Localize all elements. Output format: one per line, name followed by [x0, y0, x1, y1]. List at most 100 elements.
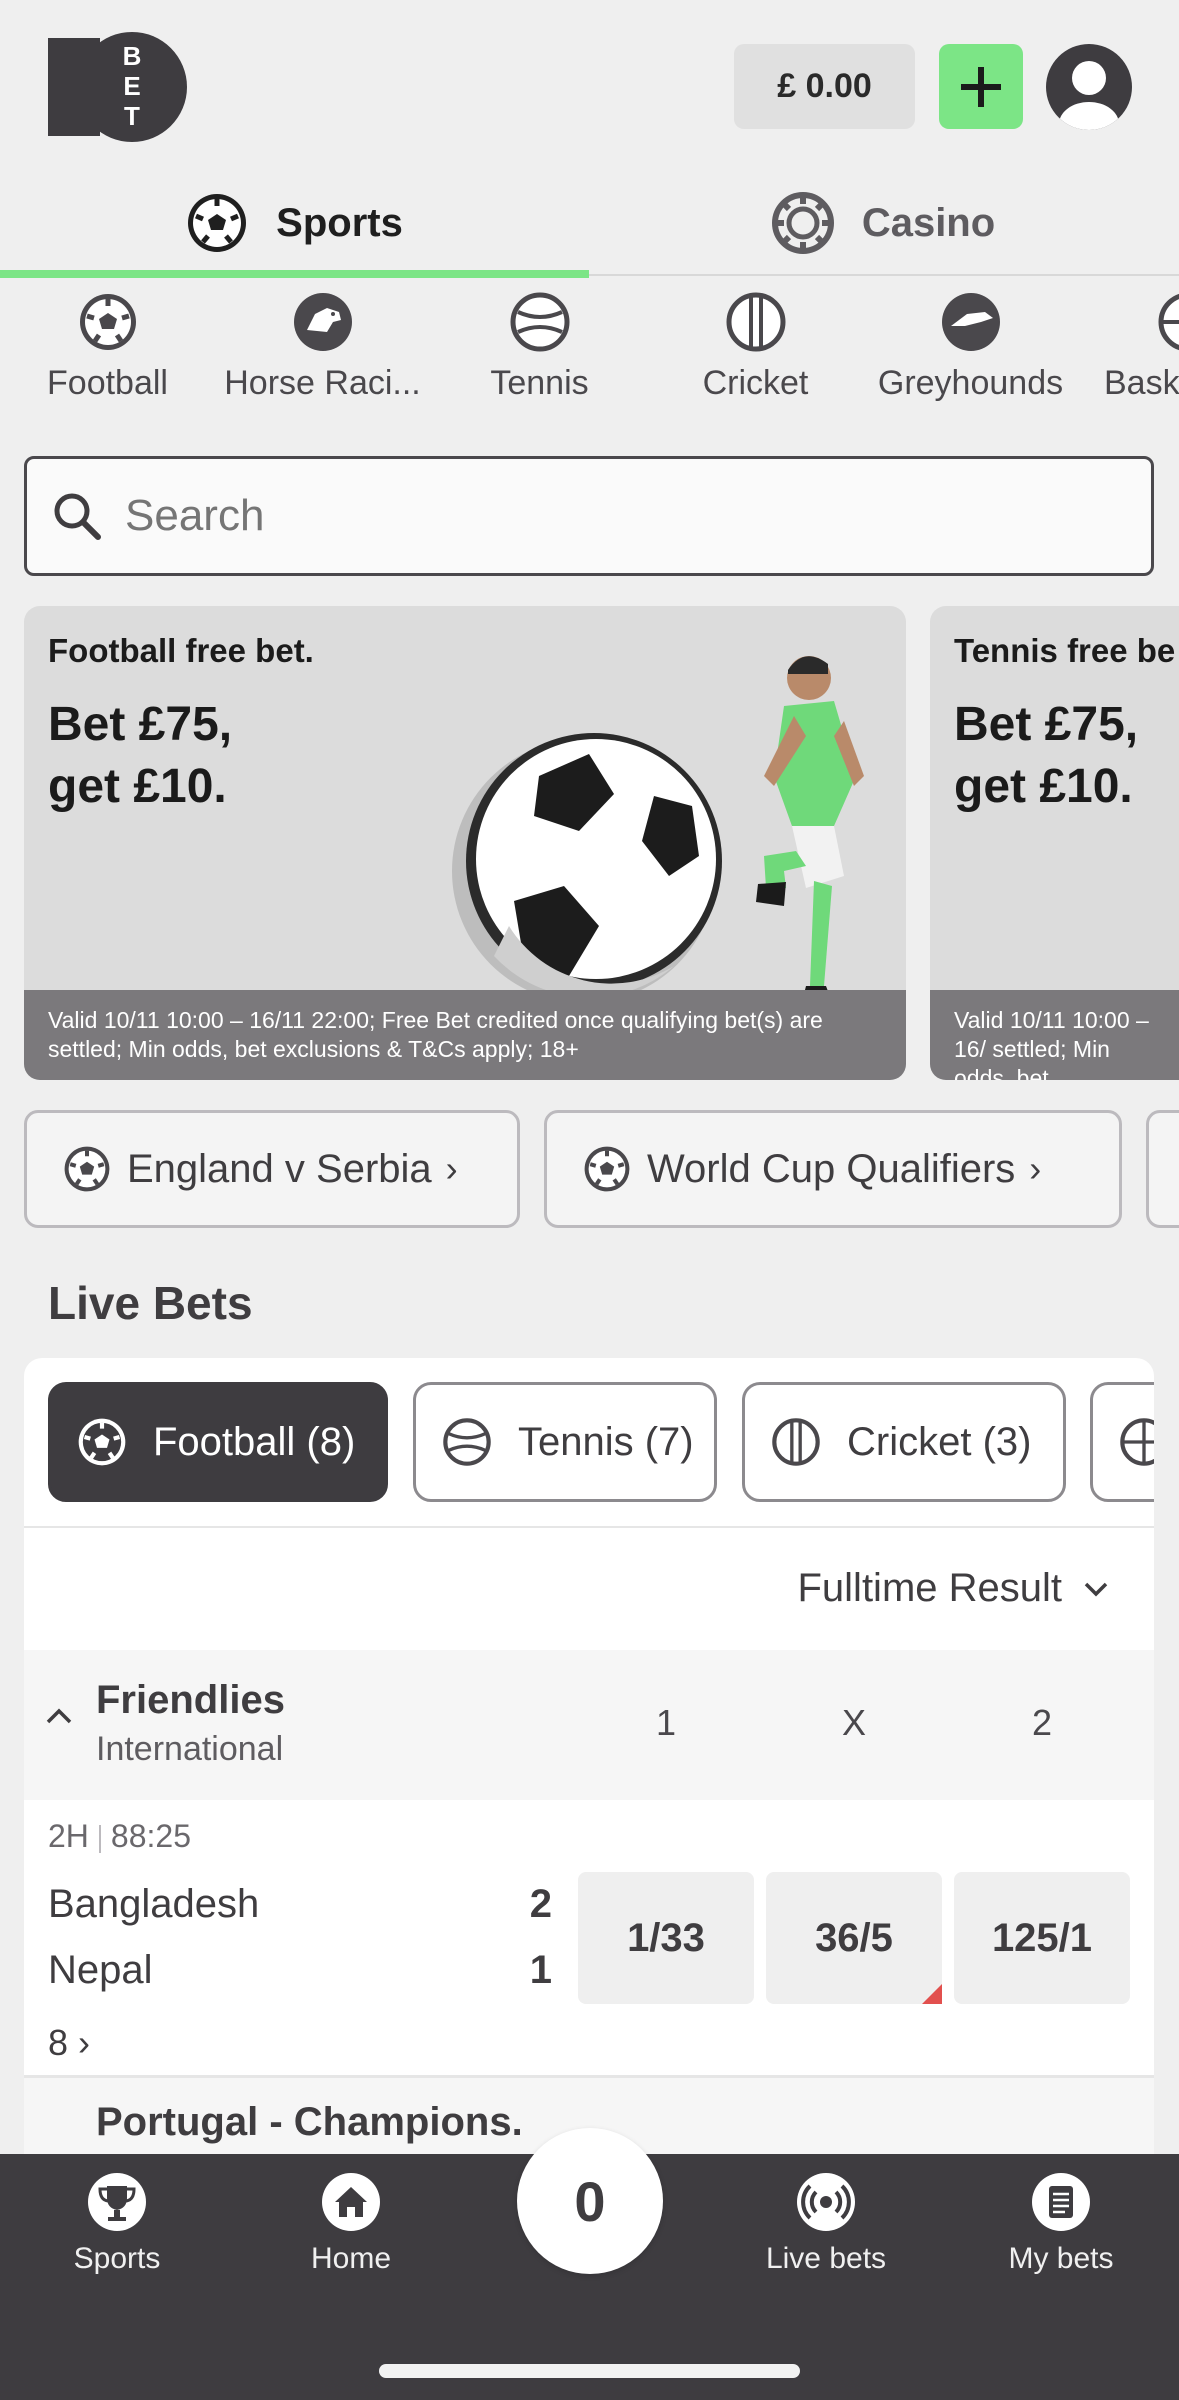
- promo-line: Bet £75,: [954, 698, 1139, 751]
- sport-label: Greyhounds: [877, 364, 1064, 402]
- betslip-button[interactable]: 0: [517, 2128, 663, 2274]
- promo-card[interactable]: Tennis free be Bet £75, get £10. Valid 1…: [930, 606, 1179, 1080]
- live-bets-title: Live Bets: [48, 1277, 253, 1329]
- event-period: 2H: [48, 1818, 89, 1854]
- balance-button[interactable]: £ 0.00: [734, 44, 915, 129]
- pill-cricket[interactable]: Cricket (3): [742, 1382, 1066, 1502]
- search-input[interactable]: [125, 491, 1025, 541]
- promo-line: Bet £75,: [48, 698, 233, 751]
- divider: [98, 1824, 101, 1853]
- app-header: B E T £ 0.00: [0, 0, 1179, 170]
- pill-football[interactable]: Football (8): [48, 1382, 388, 1502]
- home-team: Bangladesh: [48, 1882, 260, 1926]
- column-header-draw: X: [841, 1702, 866, 1743]
- football-player-image: [452, 656, 864, 1020]
- nav-sports[interactable]: Sports: [37, 2172, 197, 2276]
- sport-item-horse-racing[interactable]: Horse Raci...: [215, 292, 430, 403]
- promo-carousel: Football free bet. Bet £75, get £10. Val…: [0, 606, 1179, 1080]
- quick-link-england-serbia[interactable]: England v Serbia ›: [24, 1110, 520, 1228]
- odds-button-away[interactable]: 125/1: [954, 1872, 1130, 2004]
- odds-value: 1/33: [627, 1915, 705, 1960]
- sport-label: Football: [47, 364, 168, 402]
- nav-label: Sports: [73, 2242, 161, 2275]
- market-label: Fulltime Result: [797, 1566, 1062, 1610]
- column-header-home: 1: [655, 1702, 677, 1743]
- pill-more[interactable]: [1090, 1382, 1154, 1502]
- football-icon: [64, 1146, 110, 1192]
- sport-label: Bask: [1104, 364, 1179, 402]
- cricket-icon: [772, 1418, 820, 1466]
- sport-item-basketball[interactable]: Bask: [1080, 292, 1179, 403]
- chevron-down-icon: [1084, 1582, 1108, 1596]
- quick-links-row: England v Serbia › World Cup Qualifiers …: [0, 1110, 1179, 1230]
- plus-icon: [961, 66, 1001, 107]
- bet-list-icon: [1032, 2173, 1090, 2231]
- nav-label: My bets: [1008, 2242, 1114, 2275]
- tennis-icon: [443, 1418, 491, 1466]
- promo-card[interactable]: Football free bet. Bet £75, get £10. Val…: [24, 606, 906, 1080]
- event-time: 88:25: [110, 1818, 191, 1854]
- chevron-up-icon: [46, 1708, 72, 1724]
- top-tabs: Sports Casino: [0, 170, 1179, 278]
- pill-tennis[interactable]: Tennis (7): [413, 1382, 717, 1502]
- search-icon: [54, 493, 101, 540]
- promo-headline: Bet £75, get £10.: [48, 694, 348, 818]
- quick-link-partial[interactable]: [1146, 1110, 1179, 1228]
- chevron-right-icon: ›: [78, 2022, 91, 2063]
- league-name: Portugal - Champions.: [96, 2100, 523, 2144]
- promo-subtitle: Tennis free be: [954, 632, 1176, 669]
- greyhound-icon: [941, 293, 1000, 351]
- football-icon: [78, 1418, 126, 1466]
- market-selector[interactable]: Fulltime Result: [797, 1566, 1110, 1611]
- event-clock: 2H 88:25: [48, 1818, 191, 1855]
- 10bet-logo[interactable]: B E T: [46, 32, 188, 142]
- basketball-icon: [1120, 1418, 1154, 1466]
- tab-label: Sports: [276, 200, 403, 245]
- odds-value: 125/1: [991, 1915, 1093, 1960]
- promo-line: get £10.: [954, 760, 1133, 813]
- quick-link-world-cup-qualifiers[interactable]: World Cup Qualifiers ›: [544, 1110, 1122, 1228]
- promo-subtitle: Football free bet.: [48, 632, 314, 669]
- live-broadcast-icon: [797, 2173, 855, 2231]
- home-indicator[interactable]: [379, 2364, 800, 2378]
- pill-label: Tennis (7): [518, 1419, 694, 1464]
- svg-text:T: T: [124, 101, 140, 131]
- promo-headline: Bet £75, get £10.: [954, 694, 1179, 818]
- away-score: 1: [529, 1948, 552, 1992]
- odds-value: 36/5: [815, 1915, 893, 1960]
- odds-button-home[interactable]: 1/33: [578, 1872, 754, 2004]
- nav-live-bets[interactable]: Live bets: [746, 2172, 906, 2276]
- home-score: 2: [529, 1882, 552, 1926]
- promo-terms: Valid 10/11 10:00 – 16/ settled; Min odd…: [930, 990, 1179, 1080]
- quick-link-label: World Cup Qualifiers: [647, 1146, 1016, 1191]
- league-subtitle: International: [96, 1730, 284, 1768]
- pill-label: Cricket (3): [847, 1419, 1032, 1464]
- search-bar[interactable]: [24, 456, 1154, 576]
- odds-button-draw[interactable]: 36/5: [766, 1872, 942, 2004]
- sport-item-cricket[interactable]: Cricket: [648, 292, 863, 403]
- column-header-away: 2: [1031, 1702, 1053, 1743]
- odds-drift-indicator: [922, 1984, 942, 2004]
- league-header-friendlies[interactable]: Friendlies International 1 X 2: [24, 1650, 1154, 1800]
- sport-label: Tennis: [490, 364, 589, 402]
- sports-category-row: Football Horse Raci... Tennis Cricket Gr…: [0, 278, 1179, 418]
- nav-my-bets[interactable]: My bets: [981, 2172, 1141, 2276]
- sport-item-tennis[interactable]: Tennis: [432, 292, 647, 403]
- cricket-icon: [726, 292, 785, 352]
- account-button[interactable]: [1046, 44, 1132, 130]
- sport-item-football[interactable]: Football: [0, 292, 215, 403]
- sport-item-greyhounds[interactable]: Greyhounds: [863, 292, 1078, 403]
- bottom-navigation: Sports Home 0 Live bets My bets: [0, 2128, 1179, 2400]
- more-markets-count: 8: [48, 2022, 69, 2063]
- promo-line: get £10.: [48, 760, 227, 813]
- nav-label: Home: [310, 2242, 392, 2275]
- nav-home[interactable]: Home: [271, 2172, 431, 2276]
- deposit-button[interactable]: [939, 44, 1023, 129]
- svg-text:B: B: [123, 41, 142, 71]
- betslip-count: 0: [574, 2169, 606, 2233]
- tab-sports[interactable]: Sports: [0, 170, 589, 278]
- tab-casino[interactable]: Casino: [589, 170, 1178, 276]
- horse-icon: [293, 293, 352, 351]
- away-team: Nepal: [48, 1948, 153, 1992]
- more-markets-link[interactable]: 8 ›: [48, 2022, 90, 2064]
